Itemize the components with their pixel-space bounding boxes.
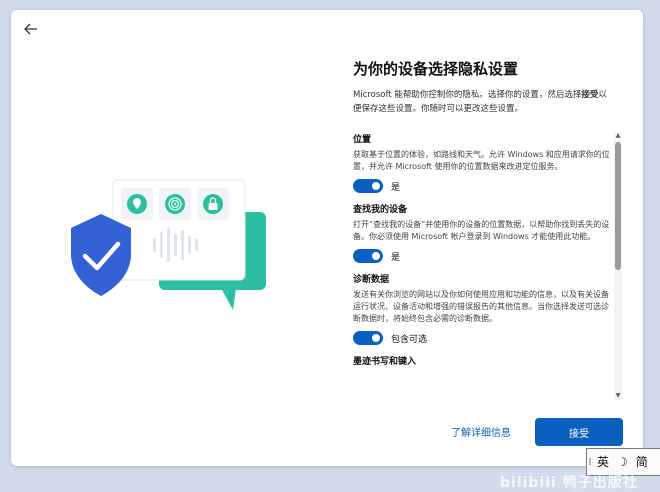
learn-more-link[interactable]: 了解详细信息 [451, 424, 511, 439]
toggle-state-label: 是 [391, 182, 401, 193]
setting-description: 打开“查找我的设备”并使用你的设备的位置数据，以帮助你找到丢失的设备。你必须使用… [353, 220, 610, 241]
setup-window: 为你的设备选择隐私设置 Microsoft 能帮助你控制你的隐私。选择你的设置，… [11, 10, 643, 466]
setting-description: 发送有关你浏览的网站以及你如何使用应用和功能的信息，以及有关设备运行状况、设备活… [353, 290, 609, 323]
find-my-device-toggle[interactable] [353, 249, 383, 263]
watermark: bilibili 鸭子出版社 [500, 475, 638, 491]
scroll-thumb[interactable] [615, 142, 621, 270]
setting-description: 获取基于位置的体验，如路线和天气。允许 Windows 和应用请求你的位置，并允… [353, 150, 610, 171]
toggle-state-label: 包含可选 [391, 334, 428, 345]
back-button[interactable] [19, 18, 43, 40]
setting-location: 位置 获取基于位置的体验，如路线和天气。允许 Windows 和应用请求你的位置… [353, 132, 615, 193]
location-toggle[interactable] [353, 179, 383, 193]
setting-diagnostic-data: 诊断数据 发送有关你浏览的网站以及你如何使用应用和功能的信息，以及有关设备运行状… [353, 272, 615, 345]
settings-scrollbar[interactable]: ▲ ▼ [614, 132, 622, 400]
settings-list[interactable]: 位置 获取基于位置的体验，如路线和天气。允许 Windows 和应用请求你的位置… [353, 132, 615, 400]
intro-text: Microsoft 能帮助你控制你的隐私。选择你的设置，然后选择接受以便保存这些… [353, 90, 607, 114]
setting-find-my-device: 查找我的设备 打开“查找我的设备”并使用你的设备的位置数据，以帮助你找到丢失的设… [353, 202, 615, 263]
setting-title: 诊断数据 [353, 275, 390, 285]
toggle-state-label: 是 [391, 252, 401, 263]
setting-inking-typing: 墨迹书写和键入 [353, 354, 615, 367]
diagnostic-data-toggle[interactable] [353, 331, 383, 345]
moon-icon[interactable]: ☽ [613, 450, 632, 474]
back-arrow-icon [24, 23, 37, 35]
ime-language-toggle[interactable]: 英 [593, 450, 613, 474]
ime-extra-toggle[interactable]: 简 [632, 450, 652, 474]
shield-check-icon [71, 214, 131, 296]
scroll-down-arrow-icon[interactable]: ▼ [614, 392, 622, 400]
scroll-up-arrow-icon[interactable]: ▲ [614, 132, 622, 140]
location-pin-icon [121, 188, 153, 220]
setting-title: 位置 [353, 135, 372, 145]
accept-button[interactable]: 接受 [535, 418, 623, 446]
setting-title: 查找我的设备 [353, 205, 408, 215]
setting-title: 墨迹书写和键入 [353, 357, 417, 367]
page-title: 为你的设备选择隐私设置 [353, 60, 519, 78]
lock-icon [197, 188, 229, 220]
fingerprint-icon [159, 188, 191, 220]
privacy-illustration [71, 179, 266, 310]
